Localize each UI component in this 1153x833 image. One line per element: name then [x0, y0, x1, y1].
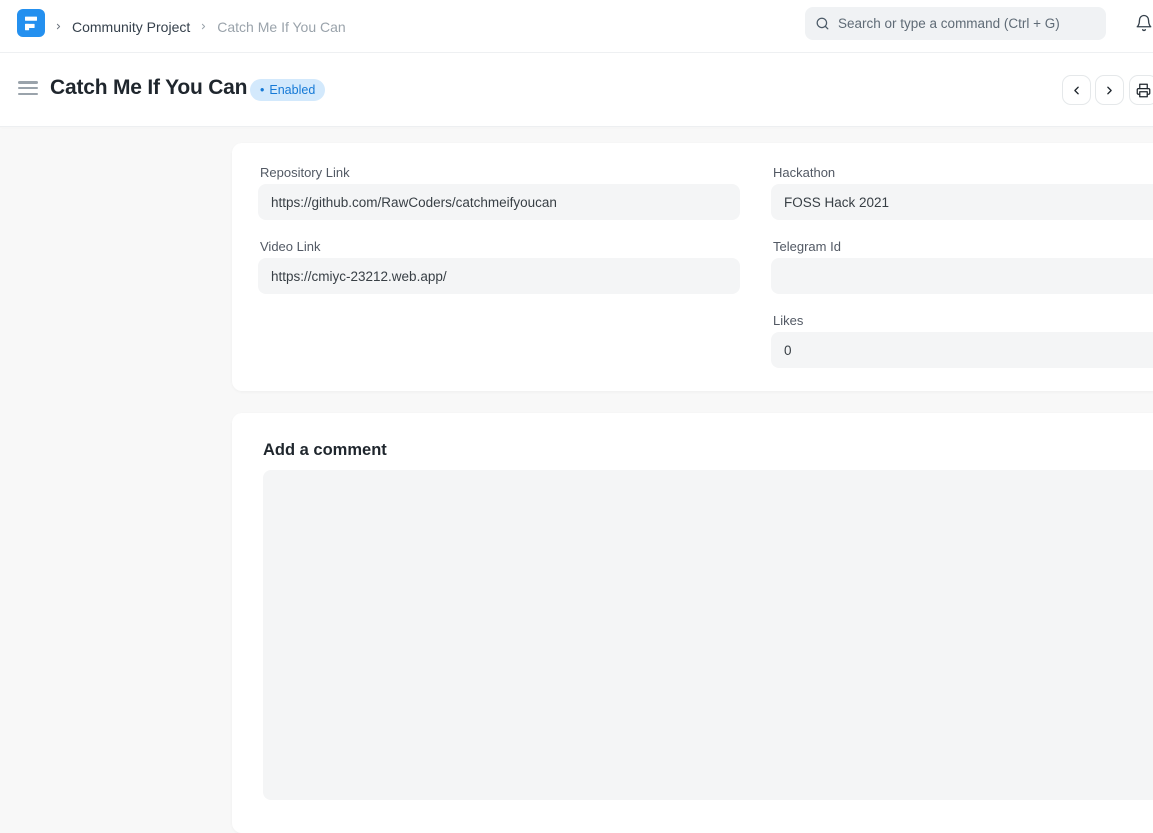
previous-document-button[interactable] — [1062, 75, 1091, 105]
search-icon — [815, 16, 830, 31]
notification-bell-icon[interactable] — [1135, 13, 1153, 33]
field-video-link: Video Link — [258, 239, 740, 294]
field-label-video-link: Video Link — [260, 239, 740, 254]
likes-input[interactable] — [771, 332, 1153, 368]
global-search[interactable] — [805, 7, 1106, 40]
search-input[interactable] — [838, 16, 1096, 31]
video-link-input[interactable] — [258, 258, 740, 294]
field-label-telegram-id: Telegram Id — [773, 239, 1153, 254]
field-likes: Likes — [771, 313, 1153, 368]
field-label-likes: Likes — [773, 313, 1153, 328]
breadcrumb-item-current[interactable]: Catch Me If You Can — [217, 19, 345, 35]
breadcrumb: Community Project Catch Me If You Can — [54, 0, 346, 53]
status-label: Enabled — [269, 83, 315, 97]
field-repository-link: Repository Link — [258, 165, 740, 220]
status-dot: • — [260, 83, 264, 97]
status-badge: • Enabled — [250, 79, 325, 101]
page-title: Catch Me If You Can — [50, 76, 247, 100]
frappe-logo-icon — [17, 9, 45, 37]
chevron-left-icon — [1070, 84, 1083, 97]
frappe-logo[interactable] — [17, 9, 45, 37]
chevron-right-icon — [54, 22, 63, 31]
page-header: Catch Me If You Can • Enabled — [0, 53, 1153, 127]
telegram-id-input[interactable] — [771, 258, 1153, 294]
field-telegram-id: Telegram Id — [771, 239, 1153, 294]
field-label-repository-link: Repository Link — [260, 165, 740, 180]
comment-input[interactable] — [263, 470, 1153, 800]
breadcrumb-item-community-project[interactable]: Community Project — [72, 19, 190, 35]
chevron-right-icon — [1103, 84, 1116, 97]
repository-link-input[interactable] — [258, 184, 740, 220]
field-label-hackathon: Hackathon — [773, 165, 1153, 180]
field-hackathon: Hackathon — [771, 165, 1153, 220]
comment-section-card: Add a comment — [232, 413, 1153, 833]
top-navbar: Community Project Catch Me If You Can — [0, 0, 1153, 53]
form-column-right: Hackathon Telegram Id Likes — [771, 165, 1153, 387]
form-section-card: Repository Link Video Link Hackathon Tel… — [232, 143, 1153, 391]
printer-icon — [1136, 83, 1151, 98]
next-document-button[interactable] — [1095, 75, 1124, 105]
sidebar-toggle-menu-icon[interactable] — [18, 81, 38, 95]
form-column-left: Repository Link Video Link — [258, 165, 740, 313]
comment-section-heading: Add a comment — [263, 441, 387, 460]
chevron-right-icon — [199, 22, 208, 31]
hackathon-input[interactable] — [771, 184, 1153, 220]
print-button[interactable] — [1129, 75, 1153, 105]
